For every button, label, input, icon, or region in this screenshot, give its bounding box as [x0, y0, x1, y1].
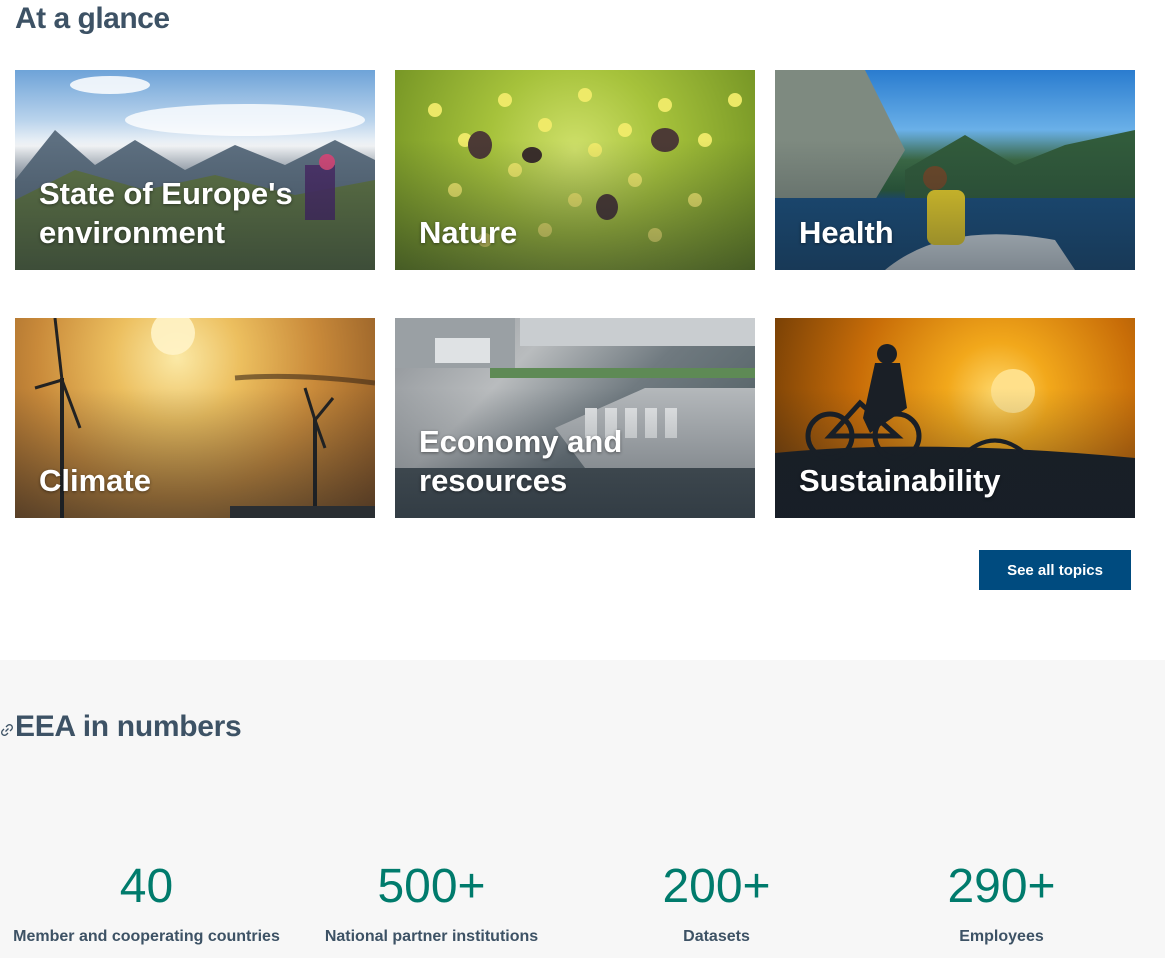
- stat-value: 290+: [947, 860, 1056, 913]
- topic-card-climate[interactable]: Climate: [15, 318, 375, 518]
- stat-caption: Member and cooperating countries: [13, 928, 280, 945]
- stat-value: 500+: [377, 860, 486, 913]
- stat-datasets: 200+ Datasets: [574, 860, 859, 946]
- stat-partner-institutions: 500+ National partner institutions: [289, 860, 574, 946]
- stat-employees: 290+ Employees: [859, 860, 1144, 946]
- topic-card-sustainability[interactable]: Sustainability: [775, 318, 1135, 518]
- see-all-topics-button[interactable]: See all topics: [979, 550, 1131, 590]
- topic-card-nature[interactable]: Nature: [395, 70, 755, 270]
- topic-card-health[interactable]: Health: [775, 70, 1135, 270]
- topic-card-label: Health: [799, 215, 894, 250]
- topic-card-label: Nature: [419, 215, 518, 250]
- topic-card-economy[interactable]: Economy and resources: [395, 318, 755, 518]
- stat-caption: National partner institutions: [324, 928, 539, 945]
- stat-caption: Employees: [959, 928, 1044, 945]
- topic-card-label: Climate: [39, 463, 151, 498]
- stat-value: 200+: [662, 860, 771, 913]
- topic-card-state-of-europe[interactable]: State of Europe's environment: [15, 70, 375, 270]
- stat-member-countries: 40 Member and cooperating countries: [4, 860, 289, 946]
- topic-card-label: Sustainability: [799, 463, 1001, 498]
- eea-in-numbers-section: EEA in numbers 40 Member and cooperating…: [0, 660, 1165, 958]
- at-a-glance-title: At a glance: [15, 2, 170, 35]
- eea-in-numbers-title: EEA in numbers: [15, 710, 242, 743]
- link-icon[interactable]: [0, 723, 14, 737]
- topic-card-label: Economy and resources: [419, 424, 623, 498]
- stat-value: 40: [119, 860, 174, 913]
- topic-card-label: State of Europe's environment: [39, 176, 293, 250]
- stat-caption: Datasets: [683, 928, 750, 945]
